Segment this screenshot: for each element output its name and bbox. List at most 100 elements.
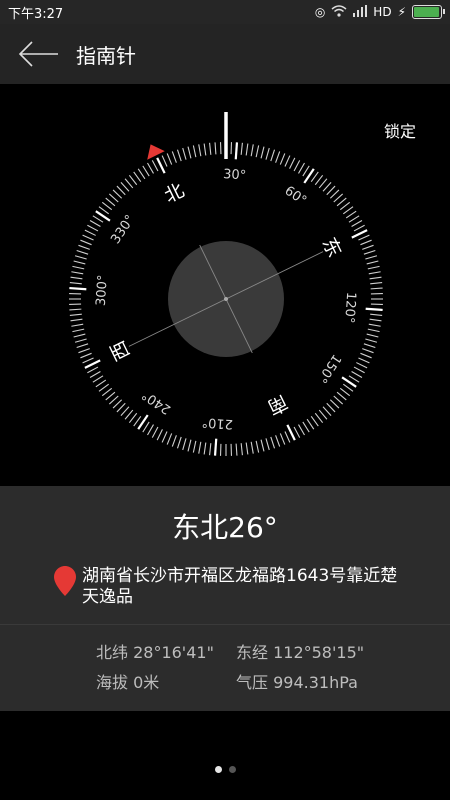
compass-tick	[151, 160, 159, 172]
compass-tick	[124, 178, 134, 189]
compass-tick	[82, 234, 94, 241]
compass-tick	[71, 323, 84, 327]
compass-tick	[176, 436, 182, 449]
compass-tick	[284, 431, 291, 443]
compass-tick	[339, 201, 351, 211]
compass-tick	[365, 307, 383, 312]
compass-tick	[71, 271, 84, 275]
compass-tick	[345, 210, 357, 219]
compass-tick	[342, 383, 354, 392]
compass-tick	[133, 171, 142, 183]
compass-tick	[336, 391, 347, 401]
compass-tick	[250, 144, 254, 157]
wifi-icon	[331, 4, 347, 20]
compass-tick	[279, 433, 286, 445]
compass-tick	[234, 142, 239, 160]
compass-tick	[182, 147, 187, 160]
compass-tick	[156, 157, 166, 174]
compass-tick	[82, 357, 94, 364]
compass-tick	[235, 443, 238, 456]
compass-tick	[366, 260, 379, 265]
compass-tick	[326, 402, 336, 413]
compass-tick	[298, 424, 305, 436]
page-title: 指南针	[76, 43, 136, 68]
compass-tick	[310, 171, 319, 183]
compass-tick	[69, 282, 82, 285]
cardinal-label: 北	[161, 179, 188, 207]
compass-tick	[362, 348, 374, 354]
compass-tick	[370, 282, 383, 285]
altitude: 海拔 0米	[96, 673, 160, 692]
compass-tick	[367, 328, 380, 333]
compass-tick	[363, 249, 376, 255]
compass-tick	[255, 440, 260, 453]
compass-tick	[92, 215, 104, 223]
compass-tick	[171, 151, 177, 163]
compass-tick	[370, 313, 383, 316]
compass-tick	[214, 142, 217, 155]
longitude: 东经 112°58'15"	[236, 643, 365, 662]
network-type: HD	[373, 5, 392, 19]
compass-tick	[147, 162, 154, 174]
compass-tick	[275, 435, 281, 447]
compass-tick	[293, 426, 301, 438]
compass-tick	[171, 435, 177, 447]
back-button[interactable]	[8, 24, 68, 84]
compass-tick	[329, 189, 340, 199]
compass-tick	[98, 206, 110, 215]
compass-tick	[322, 181, 332, 192]
degree-label: 60°	[282, 184, 309, 209]
compass-tick	[265, 438, 270, 451]
compass-tick	[245, 143, 249, 156]
compass-tick	[151, 426, 159, 438]
compass-tick	[318, 409, 328, 420]
cardinal-label: 南	[264, 391, 291, 419]
compass-tick	[293, 160, 301, 172]
compass-tick	[255, 145, 260, 158]
compass-tick	[353, 224, 365, 232]
compass-tick	[89, 371, 101, 378]
compass-tick	[326, 185, 336, 196]
compass-tick	[89, 220, 101, 227]
compass-tick	[368, 323, 381, 327]
compass-tick	[105, 197, 116, 207]
compass-tick	[98, 383, 110, 392]
center-dot	[224, 297, 228, 301]
compass-tick	[322, 406, 332, 417]
compass-tick	[342, 206, 354, 215]
compass-tick	[78, 348, 90, 354]
compass-tick	[351, 371, 363, 378]
compass-tick	[336, 197, 347, 207]
compass-tick	[70, 276, 83, 280]
degree-label: 240°	[139, 387, 173, 417]
compass-tick	[302, 421, 310, 433]
compass-tick	[80, 352, 92, 359]
compass-tick	[213, 438, 218, 456]
degree-label: 210°	[201, 414, 233, 431]
compass-tick	[286, 424, 296, 441]
compass-tick	[128, 174, 138, 186]
status-bar: 下午3:27 ◎ HD ⚡	[0, 0, 450, 24]
compass-tick	[275, 151, 281, 163]
compass-tick	[250, 441, 254, 454]
compass-tick	[363, 343, 376, 349]
compass-tick	[360, 239, 372, 246]
compass-tick	[302, 165, 310, 177]
compass-tick	[108, 193, 119, 203]
page-dot-2[interactable]	[228, 766, 236, 773]
degree-label: 120°	[341, 292, 358, 324]
page-dot-1[interactable]	[214, 766, 222, 773]
compass-tick	[147, 424, 154, 436]
signal-icon	[353, 4, 368, 20]
compass-tick	[358, 357, 370, 364]
compass-tick	[73, 260, 86, 265]
compass-tick	[368, 271, 381, 275]
compass-tick	[270, 149, 276, 162]
compass-tick	[166, 433, 173, 445]
compass-tick	[69, 308, 82, 311]
degree-label: 330°	[108, 212, 138, 246]
north-marker	[147, 144, 165, 160]
compass-tick	[240, 443, 243, 456]
compass-tick	[260, 146, 265, 159]
compass-tick	[203, 143, 207, 156]
